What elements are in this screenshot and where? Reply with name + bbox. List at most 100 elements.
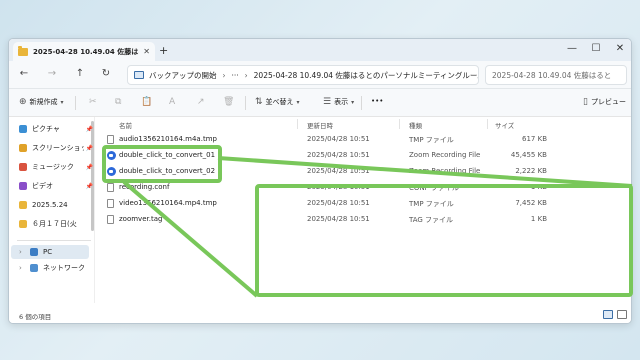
sidebar-item[interactable]: スクリーンショット📌 [19, 142, 93, 154]
chevron-right-icon[interactable]: › [19, 248, 25, 256]
file-name: audio1356210164.m4a.tmp [119, 135, 217, 143]
file-size: 45,455 KB [510, 151, 547, 159]
file-icon [107, 199, 114, 208]
chevron-right-icon[interactable]: › [19, 264, 25, 272]
chevron-down-icon: ▾ [60, 98, 64, 106]
sidebar-item-label: ミュージック [32, 163, 74, 171]
file-row[interactable]: recording.conf 2025/04/28 10:51 CONF ファイル 1… [107, 180, 627, 195]
file-type: TAG ファイル [409, 216, 454, 224]
new-label: 新規作成 [29, 98, 58, 106]
breadcrumb-more[interactable]: ··· [232, 71, 239, 80]
file-date: 2025/04/28 10:51 [307, 199, 370, 207]
column-divider[interactable] [487, 119, 488, 129]
share-button[interactable]: ↗ [197, 97, 208, 107]
screenshot-icon [19, 144, 27, 152]
file-size: 2,222 KB [515, 167, 547, 175]
paste-button[interactable]: 📋 [141, 97, 155, 107]
file-size: 7,452 KB [515, 199, 547, 207]
minimize-button[interactable]: — [565, 43, 579, 54]
column-header-size[interactable]: サイズ [495, 120, 514, 130]
sidebar-item-pc[interactable]: › PC [19, 246, 93, 258]
back-arrow-icon[interactable]: ← [17, 68, 31, 79]
sidebar-item-label: 2025.5.24 [32, 201, 68, 209]
network-icon [30, 264, 38, 272]
sidebar-item-label: ネットワーク [43, 264, 85, 272]
zoom-file-icon [107, 167, 116, 176]
title-bar: 2025-04-28 10.49.04 佐藤はると ✕ + — ☐ ✕ [9, 39, 631, 61]
view-button[interactable]: ☰ 表示 ▾ [323, 97, 354, 107]
tab-active[interactable]: 2025-04-28 10.49.04 佐藤はると ✕ [13, 42, 155, 61]
file-name: double_click_to_convert_01 [119, 151, 216, 159]
navigation-pane: ピクチャ📌スクリーンショット📌ミュージック📌ビデオ📌2025.5.24６月１７日… [9, 117, 95, 303]
pin-icon: 📌 [85, 125, 93, 133]
paste-icon: 📋 [141, 97, 153, 107]
sidebar-item-network[interactable]: › ネットワーク [19, 262, 93, 274]
breadcrumb-separator-icon: › [244, 70, 248, 80]
pc-icon [30, 248, 38, 256]
sidebar-item[interactable]: ミュージック 📌 [19, 161, 93, 173]
pin-icon: 📌 [85, 182, 93, 190]
file-name: video1356210164.mp4.tmp [119, 199, 217, 207]
breadcrumb-root[interactable]: バックアップの開始 [149, 70, 217, 81]
column-header-type[interactable]: 種類 [409, 120, 422, 130]
folder-icon [19, 201, 27, 209]
refresh-icon[interactable]: ↻ [99, 68, 113, 79]
file-row[interactable]: video1356210164.mp4.tmp 2025/04/28 10:51 T… [107, 196, 627, 211]
breadcrumb-current[interactable]: 2025-04-28 10.49.04 佐藤はるとのパーソナルミーティングルーム [254, 70, 478, 81]
item-count: 6 個の項目 [19, 313, 52, 321]
close-window-button[interactable]: ✕ [613, 43, 627, 54]
file-row[interactable]: audio1356210164.m4a.tmp 2025/04/28 10:51 T… [107, 132, 627, 147]
close-tab-icon[interactable]: ✕ [143, 47, 150, 56]
rename-icon: A [169, 97, 176, 107]
file-date: 2025/04/28 10:51 [307, 167, 370, 175]
sidebar-item[interactable]: 2025.5.24 [19, 199, 93, 211]
file-row[interactable]: zoomver.tag 2025/04/28 10:51 TAG ファイル 1 KB [107, 212, 627, 227]
file-type: TMP ファイル [409, 200, 454, 208]
address-bar: ← → ↑ ↻ バックアップの開始 › ··· › 2025-04-28 10.… [9, 61, 631, 89]
folder-icon [19, 220, 27, 228]
up-arrow-icon[interactable]: ↑ [73, 68, 87, 79]
toolbar-divider [361, 96, 362, 110]
sidebar-item-label: ビデオ [32, 182, 53, 190]
more-options-button[interactable]: ••• [371, 97, 383, 105]
column-header-date[interactable]: 更新日時 [307, 120, 333, 130]
rename-button[interactable]: A [169, 97, 178, 107]
zoom-file-icon [107, 151, 116, 160]
preview-label: プレビュー [590, 98, 626, 106]
sidebar-divider [17, 240, 91, 241]
tiles-view-icon[interactable] [617, 310, 627, 319]
file-name: double_click_to_convert_02 [119, 167, 216, 175]
view-label: 表示 [334, 98, 349, 106]
details-view-icon[interactable] [603, 310, 613, 319]
copy-icon: ⧉ [115, 97, 122, 107]
picture-icon [19, 125, 27, 133]
sidebar-item[interactable]: ビデオ 📌 [19, 180, 93, 192]
music-icon [19, 163, 27, 171]
preview-button[interactable]: ▯ プレビュー [583, 97, 626, 107]
new-button[interactable]: ⊕ 新規作成 ▾ [19, 97, 64, 107]
sidebar-scrollbar[interactable] [91, 121, 94, 231]
copy-button[interactable]: ⧉ [115, 97, 124, 107]
column-header-row: 名前 更新日時 種類 サイズ [97, 117, 631, 131]
delete-button[interactable]: 🗑 [223, 97, 237, 107]
column-header-name[interactable]: 名前 [119, 120, 132, 130]
column-divider[interactable] [399, 119, 400, 129]
cut-icon: ✂ [89, 97, 97, 107]
search-input[interactable]: 2025-04-28 10.49.04 佐藤はると [485, 65, 627, 85]
file-row[interactable]: double_click_to_convert_02 2025/04/28 10:… [107, 164, 627, 179]
address-field[interactable]: バックアップの開始 › ··· › 2025-04-28 10.49.04 佐藤… [127, 65, 479, 85]
file-type: Zoom Recording File [409, 167, 481, 175]
forward-arrow-icon[interactable]: → [45, 68, 59, 79]
file-date: 2025/04/28 10:51 [307, 151, 370, 159]
new-tab-button[interactable]: + [159, 44, 168, 57]
cut-button[interactable]: ✂ [89, 97, 100, 107]
pin-icon: 📌 [85, 144, 93, 152]
sidebar-item[interactable]: ピクチャ 📌 [19, 123, 93, 135]
file-row[interactable]: double_click_to_convert_01 2025/04/28 10:… [107, 148, 627, 163]
sort-button[interactable]: ⇅ 並べ替え ▾ [255, 97, 300, 107]
maximize-button[interactable]: ☐ [589, 43, 603, 54]
sidebar-item[interactable]: ６月１７日(火 [19, 218, 93, 230]
column-divider[interactable] [297, 119, 298, 129]
file-icon [107, 135, 114, 144]
sidebar-item-label: ６月１７日(火 [32, 220, 77, 228]
